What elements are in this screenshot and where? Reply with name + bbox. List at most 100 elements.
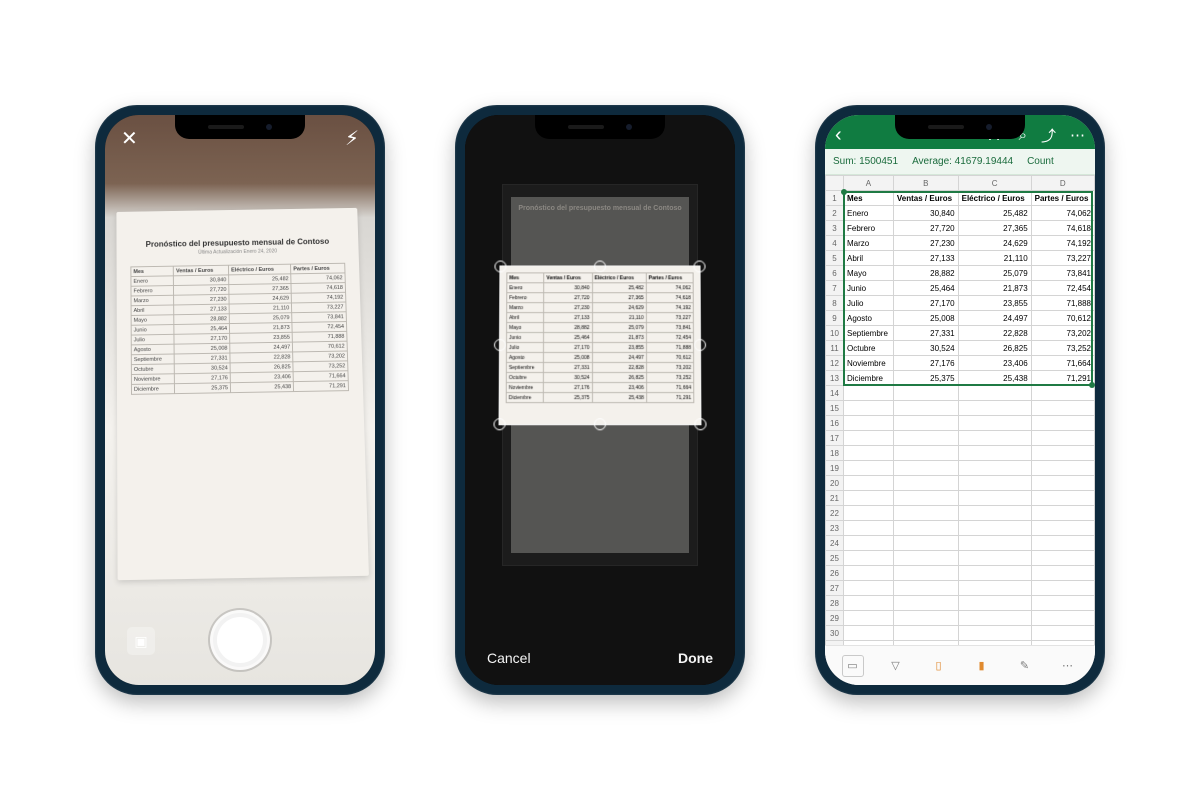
- excel-row-header[interactable]: 25: [826, 551, 844, 566]
- flash-icon[interactable]: ⚡︎: [345, 126, 359, 151]
- crop-handle-mid-left[interactable]: [494, 339, 506, 351]
- excel-row-header[interactable]: 15: [826, 401, 844, 416]
- excel-row-header[interactable]: 16: [826, 416, 844, 431]
- excel-cell[interactable]: [844, 446, 894, 461]
- excel-cell[interactable]: [893, 551, 958, 566]
- excel-cell[interactable]: [1031, 491, 1094, 506]
- excel-row-header[interactable]: 11: [826, 341, 844, 356]
- crop-handle-mid-right[interactable]: [694, 339, 706, 351]
- excel-cell[interactable]: [893, 506, 958, 521]
- excel-cell[interactable]: [844, 461, 894, 476]
- excel-cell[interactable]: Junio: [844, 281, 894, 296]
- excel-cell[interactable]: Diciembre: [844, 371, 894, 386]
- excel-cell[interactable]: 70,612: [1031, 311, 1094, 326]
- excel-cell[interactable]: [1031, 401, 1094, 416]
- excel-cell[interactable]: 27,133: [893, 251, 958, 266]
- excel-cell[interactable]: 28,882: [893, 266, 958, 281]
- excel-cell[interactable]: [1031, 506, 1094, 521]
- crop-handle-top-left[interactable]: [494, 261, 506, 273]
- excel-cell[interactable]: [958, 551, 1031, 566]
- excel-cell[interactable]: 22,828: [958, 326, 1031, 341]
- excel-cell[interactable]: [1031, 536, 1094, 551]
- excel-cell[interactable]: [844, 416, 894, 431]
- excel-cell[interactable]: [844, 596, 894, 611]
- excel-row-header[interactable]: 3: [826, 221, 844, 236]
- excel-cell[interactable]: Febrero: [844, 221, 894, 236]
- excel-cell[interactable]: [958, 626, 1031, 641]
- excel-cell[interactable]: 27,176: [893, 356, 958, 371]
- excel-cell[interactable]: [958, 521, 1031, 536]
- excel-cell[interactable]: 25,375: [893, 371, 958, 386]
- excel-cell[interactable]: Partes / Euros: [1031, 191, 1094, 206]
- excel-cell[interactable]: Octubre: [844, 341, 894, 356]
- excel-row-header[interactable]: 27: [826, 581, 844, 596]
- excel-cell[interactable]: 21,873: [958, 281, 1031, 296]
- shutter-button[interactable]: [213, 613, 267, 667]
- excel-cell[interactable]: 27,230: [893, 236, 958, 251]
- excel-cell[interactable]: [1031, 551, 1094, 566]
- excel-row-header[interactable]: 26: [826, 566, 844, 581]
- excel-row-header[interactable]: 22: [826, 506, 844, 521]
- excel-row-header[interactable]: 14: [826, 386, 844, 401]
- excel-cell[interactable]: Enero: [844, 206, 894, 221]
- tool-more-icon[interactable]: ⋯: [1057, 655, 1079, 677]
- excel-cell[interactable]: [958, 566, 1031, 581]
- excel-row-header[interactable]: 30: [826, 626, 844, 641]
- excel-cell[interactable]: [958, 431, 1031, 446]
- excel-cell[interactable]: 74,192: [1031, 236, 1094, 251]
- excel-cell[interactable]: [958, 401, 1031, 416]
- excel-cell[interactable]: 73,841: [1031, 266, 1094, 281]
- excel-cell[interactable]: [844, 641, 894, 646]
- excel-cell[interactable]: 71,664: [1031, 356, 1094, 371]
- excel-cell[interactable]: [844, 506, 894, 521]
- crop-handle-top-mid[interactable]: [594, 261, 606, 273]
- excel-row-header[interactable]: 19: [826, 461, 844, 476]
- excel-cell[interactable]: [893, 491, 958, 506]
- excel-cell[interactable]: Abril: [844, 251, 894, 266]
- excel-corner-cell[interactable]: [826, 176, 844, 191]
- gallery-icon[interactable]: ▣: [127, 627, 155, 655]
- excel-cell[interactable]: 73,227: [1031, 251, 1094, 266]
- excel-cell[interactable]: [844, 491, 894, 506]
- excel-cell[interactable]: [1031, 461, 1094, 476]
- excel-cell[interactable]: [1031, 386, 1094, 401]
- excel-row-header[interactable]: 12: [826, 356, 844, 371]
- excel-cell[interactable]: [958, 536, 1031, 551]
- excel-cell[interactable]: 74,618: [1031, 221, 1094, 236]
- excel-cell[interactable]: [1031, 626, 1094, 641]
- crop-handle-top-right[interactable]: [694, 261, 706, 273]
- excel-cell[interactable]: [844, 581, 894, 596]
- excel-cell[interactable]: [844, 431, 894, 446]
- excel-cell[interactable]: 30,840: [893, 206, 958, 221]
- excel-row-header[interactable]: 5: [826, 251, 844, 266]
- excel-row-header[interactable]: 9: [826, 311, 844, 326]
- tool-card-icon[interactable]: ▭: [842, 655, 864, 677]
- excel-cell[interactable]: [893, 476, 958, 491]
- excel-cell[interactable]: [893, 566, 958, 581]
- excel-cell[interactable]: 27,331: [893, 326, 958, 341]
- excel-cell[interactable]: Julio: [844, 296, 894, 311]
- excel-row-header[interactable]: 4: [826, 236, 844, 251]
- excel-cell[interactable]: [893, 611, 958, 626]
- excel-cell[interactable]: [958, 611, 1031, 626]
- excel-cell[interactable]: [893, 641, 958, 646]
- excel-column-header[interactable]: D: [1031, 176, 1094, 191]
- excel-cell[interactable]: [893, 446, 958, 461]
- excel-cell[interactable]: 25,482: [958, 206, 1031, 221]
- excel-column-header[interactable]: B: [893, 176, 958, 191]
- excel-row-header[interactable]: 29: [826, 611, 844, 626]
- excel-column-header[interactable]: A: [844, 176, 894, 191]
- excel-row-header[interactable]: 28: [826, 596, 844, 611]
- excel-cell[interactable]: [958, 641, 1031, 646]
- excel-cell[interactable]: [958, 416, 1031, 431]
- excel-cell[interactable]: Mayo: [844, 266, 894, 281]
- excel-cell[interactable]: [1031, 521, 1094, 536]
- excel-row-header[interactable]: 10: [826, 326, 844, 341]
- tool-color-icon[interactable]: ▯: [928, 655, 950, 677]
- excel-row-header[interactable]: 18: [826, 446, 844, 461]
- share-icon[interactable]: ⤴: [1041, 125, 1056, 146]
- excel-cell[interactable]: 21,110: [958, 251, 1031, 266]
- excel-cell[interactable]: [893, 521, 958, 536]
- excel-cell[interactable]: 73,252: [1031, 341, 1094, 356]
- excel-cell[interactable]: [893, 596, 958, 611]
